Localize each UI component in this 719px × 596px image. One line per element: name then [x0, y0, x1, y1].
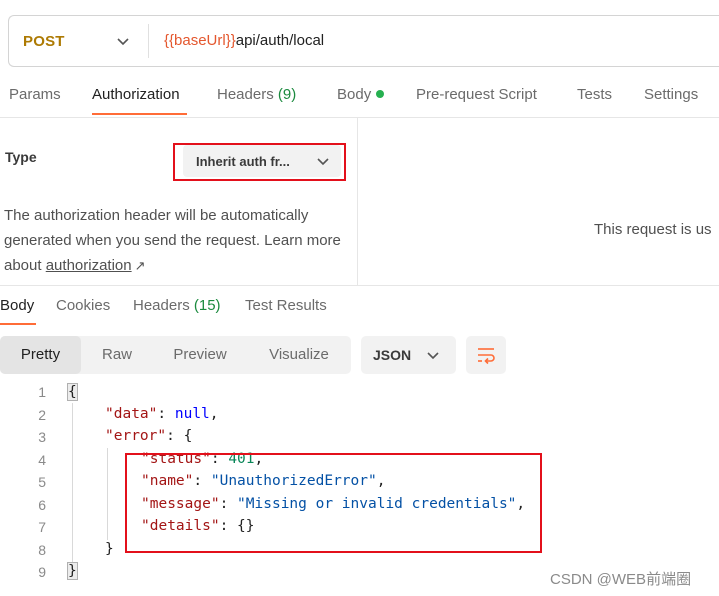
line-number: 3: [38, 429, 46, 445]
code-line-2: "data": null,: [105, 406, 219, 422]
tab-test-results[interactable]: Test Results: [245, 297, 327, 314]
wrap-lines-button[interactable]: [466, 336, 506, 374]
tab-settings[interactable]: Settings: [644, 86, 698, 103]
tab-label: Pre-request Script: [416, 86, 537, 103]
json-value: null: [174, 406, 210, 422]
view-mode-raw[interactable]: Raw: [81, 336, 153, 374]
json-brace: {: [183, 428, 193, 444]
request-tabs: Params Authorization Headers (9) Body Pr…: [0, 80, 719, 118]
response-tabs: Body Cookies Headers (15) Test Results: [0, 286, 719, 326]
line-number: 7: [38, 519, 46, 535]
code-line-1: {: [67, 383, 78, 401]
request-bar: POST {{baseUrl}}api/auth/local: [8, 15, 719, 67]
line-number: 2: [38, 407, 46, 423]
tab-tests[interactable]: Tests: [577, 86, 612, 103]
line-number: 6: [38, 497, 46, 513]
tab-headers[interactable]: Headers (9): [217, 86, 296, 103]
annotation-box-auth-type: [173, 143, 346, 181]
code-line-8: }: [105, 541, 114, 557]
tab-label: Params: [9, 86, 61, 103]
line-number: 5: [38, 474, 46, 490]
tab-cookies[interactable]: Cookies: [56, 297, 110, 314]
tab-response-body[interactable]: Body: [0, 297, 34, 314]
tab-count: (9): [277, 86, 297, 103]
url-variable: {{baseUrl}}: [164, 32, 236, 49]
line-number: 9: [38, 564, 46, 580]
tab-response-headers[interactable]: Headers (15): [133, 297, 221, 314]
authorization-link[interactable]: authorization: [46, 257, 132, 274]
external-link-icon: ↗: [134, 258, 146, 273]
url-divider: [148, 24, 149, 58]
json-brace: }: [105, 541, 114, 557]
tab-label: Cookies: [56, 297, 111, 314]
tab-body[interactable]: Body: [337, 86, 385, 103]
method-select[interactable]: POST: [23, 33, 65, 50]
tab-label: Test Results: [245, 297, 327, 314]
json-key: "data": [105, 406, 158, 422]
wrap-lines-icon: [478, 348, 495, 365]
view-mode-pretty[interactable]: Pretty: [0, 336, 81, 374]
line-number: 8: [38, 542, 46, 558]
format-select[interactable]: JSON: [361, 336, 456, 374]
tab-label: Headers: [217, 86, 274, 103]
view-mode-preview[interactable]: Preview: [153, 336, 247, 374]
annotation-box-error-details: [125, 453, 542, 553]
tab-label: Headers: [133, 297, 190, 314]
view-mode-segmented-control: Pretty Raw Preview Visualize: [0, 336, 351, 374]
code-line-9: }: [67, 562, 78, 580]
chevron-down-icon[interactable]: [113, 31, 133, 51]
tab-label: Settings: [644, 86, 699, 103]
pane-divider: [357, 118, 358, 285]
indent-guide: [107, 448, 108, 540]
matched-brace: }: [67, 562, 78, 580]
tab-label: Body: [337, 86, 372, 103]
tab-count: (15): [193, 297, 221, 314]
auth-type-label: Type: [5, 149, 37, 165]
tab-label: Tests: [577, 86, 613, 103]
modified-dot-icon: [376, 90, 385, 99]
indent-guide: [72, 403, 73, 563]
tab-pre-request-script[interactable]: Pre-request Script: [416, 86, 537, 103]
line-number: 1: [38, 384, 46, 400]
line-number: 4: [38, 452, 46, 468]
tab-label: Body: [0, 297, 35, 314]
tab-params[interactable]: Params: [9, 86, 61, 103]
auth-info-text: This request is us: [594, 221, 712, 238]
matched-brace: {: [67, 383, 78, 401]
url-path: api/auth/local: [235, 32, 325, 49]
url-input[interactable]: {{baseUrl}}api/auth/local: [164, 32, 324, 49]
json-key: "error": [105, 428, 167, 444]
watermark: CSDN @WEB前端圈: [550, 571, 692, 588]
code-line-3: "error": {: [105, 428, 193, 444]
chevron-down-icon: [427, 352, 439, 360]
tab-label: Authorization: [92, 86, 180, 103]
view-mode-visualize[interactable]: Visualize: [247, 336, 351, 374]
auth-description: The authorization header will be automat…: [4, 203, 349, 278]
tab-authorization[interactable]: Authorization: [92, 86, 180, 103]
active-tab-indicator: [0, 323, 36, 325]
format-value: JSON: [373, 347, 412, 363]
active-tab-indicator: [92, 113, 187, 115]
